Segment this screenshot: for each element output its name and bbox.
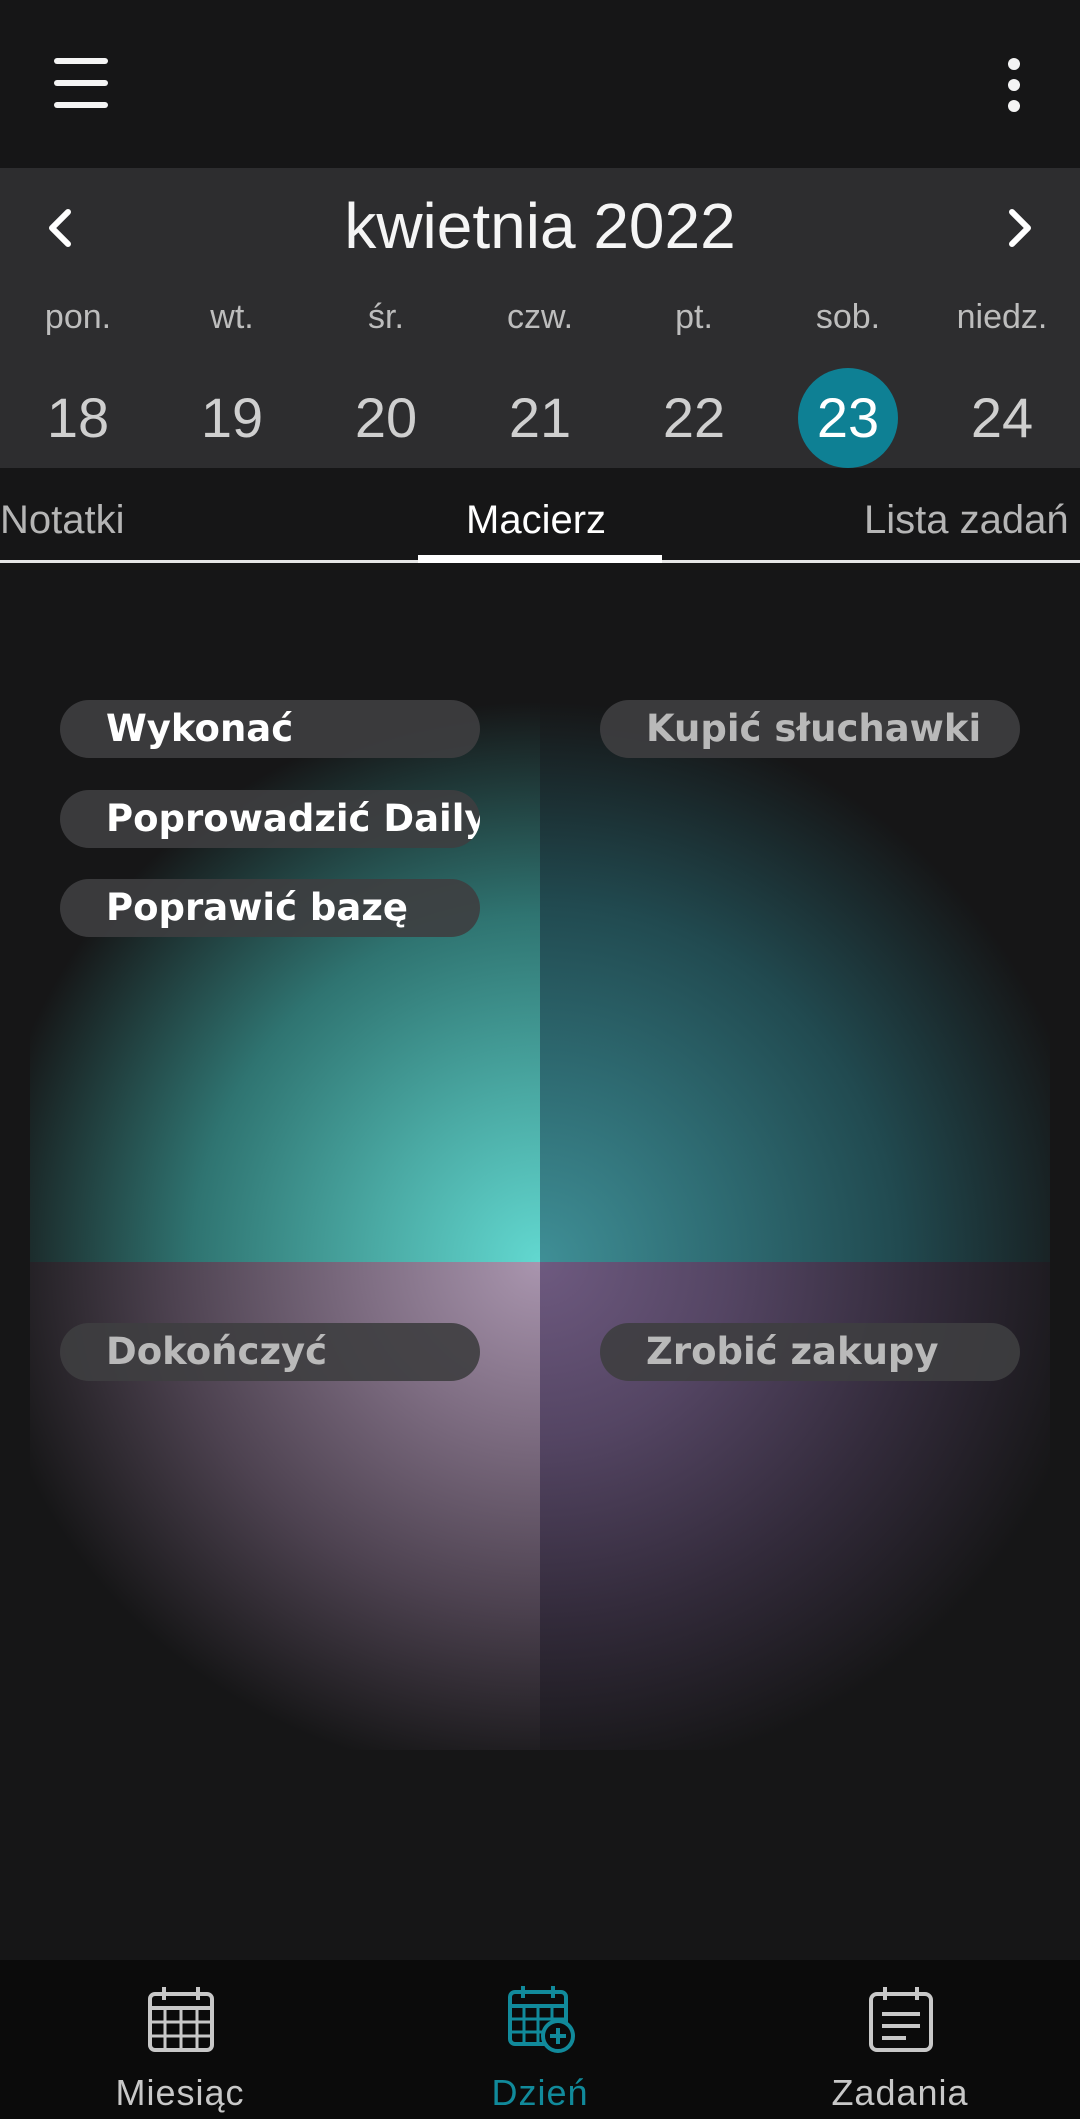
day-cell[interactable]: 24 [925,368,1079,468]
day-number: 22 [662,386,726,449]
hamburger-menu-icon[interactable] [54,58,108,108]
nav-dzien[interactable]: Dzień [360,1960,720,2119]
eisenhower-matrix: Wykonać Poprowadzić Daily Poprawić bazę … [30,700,1050,1750]
top-app-bar [0,0,1080,168]
more-vert-icon[interactable] [1000,58,1028,112]
day-number: 24 [970,386,1034,449]
day-number: 20 [354,386,418,449]
day-cell[interactable]: 20 [309,368,463,468]
month-title: kwietnia 2022 [344,190,736,262]
task-chip[interactable]: Kupić słuchawki [600,700,1020,758]
day-number: 23 [816,386,880,449]
tab-macierz[interactable]: Macierz [466,468,606,560]
task-list-icon [869,1987,933,2052]
nav-label: Zadania [831,2072,969,2113]
quadrant-urgent-important[interactable] [30,700,540,1262]
task-chip[interactable]: Wykonać [60,700,480,758]
day-cell[interactable]: 19 [155,368,309,468]
nav-label: Dzień [491,2072,589,2113]
day-number: 19 [200,386,264,449]
day-cell-selected[interactable]: 23 [771,368,925,468]
nav-label: Miesiąc [115,2072,245,2113]
day-number: 18 [46,386,110,449]
task-chip[interactable]: Dokończyć [60,1323,480,1381]
active-tab-indicator [418,555,662,563]
tab-notatki[interactable]: Notatki [0,468,125,560]
weekday-label: czw. [506,298,574,336]
task-chip[interactable]: Poprawić bazę [60,879,480,937]
weekday-label: pon. [44,298,112,336]
day-number: 21 [508,386,572,449]
quadrant-not-urgent-important[interactable] [540,700,1050,1262]
day-cell[interactable]: 22 [617,368,771,468]
day-cell[interactable]: 21 [463,368,617,468]
view-tabs: Notatki Macierz Lista zadań [0,468,1080,564]
bottom-navigation: Miesiąc Dzień Zadania [0,1960,1080,2119]
day-cell[interactable]: 18 [1,368,155,468]
nav-miesiac[interactable]: Miesiąc [0,1960,360,2119]
task-chip[interactable]: Poprowadzić Daily [60,790,480,848]
weekday-label: niedz. [956,298,1048,336]
calendar-month-icon [148,1987,214,2052]
weekday-label: śr. [368,298,404,336]
tab-lista-zadan[interactable]: Lista zadań [864,468,1069,560]
task-chip[interactable]: Zrobić zakupy [600,1323,1020,1381]
calendar-week-header: kwietnia 2022 pon. wt. śr. czw. pt. sob.… [0,168,1080,468]
calendar-day-add-icon [508,1986,575,2053]
weekday-label: pt. [675,298,713,336]
nav-zadania[interactable]: Zadania [720,1960,1080,2119]
weekday-label: sob. [815,298,881,336]
chevron-right-icon[interactable] [990,198,1050,258]
weekday-label: wt. [210,298,254,336]
